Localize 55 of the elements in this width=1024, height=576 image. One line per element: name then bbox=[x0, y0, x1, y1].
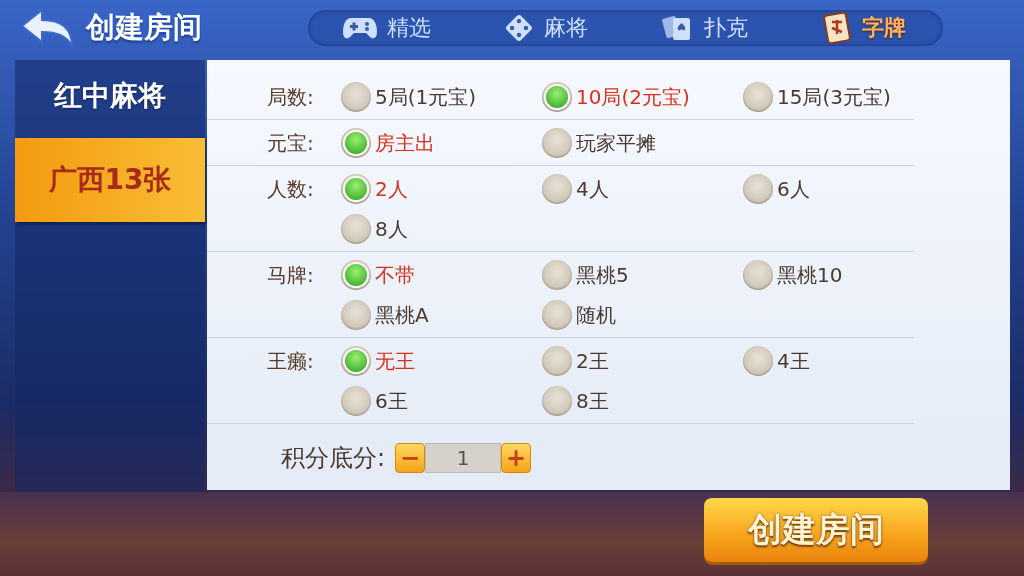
option-label: 王癞: bbox=[267, 348, 315, 375]
radio-option[interactable]: 玩家平摊 bbox=[542, 123, 743, 163]
radio-option[interactable]: 10局(2元宝) bbox=[542, 77, 743, 117]
radio-button[interactable] bbox=[542, 128, 572, 158]
radio-option[interactable]: 8王 bbox=[542, 381, 743, 421]
option-label: 局数: bbox=[267, 84, 315, 111]
radio-button[interactable] bbox=[542, 300, 572, 330]
radio-option[interactable]: 5局(1元宝) bbox=[341, 77, 542, 117]
radio-button[interactable] bbox=[341, 300, 371, 330]
radio-option[interactable]: 随机 bbox=[542, 295, 743, 335]
radio-option[interactable]: 8人 bbox=[341, 209, 542, 249]
radio-button[interactable] bbox=[341, 128, 371, 158]
radio-button[interactable] bbox=[743, 174, 773, 204]
radio-button[interactable] bbox=[341, 386, 371, 416]
game-menu-item[interactable]: 广西13张 bbox=[15, 138, 205, 222]
radio-button[interactable] bbox=[341, 82, 371, 112]
option-label: 元宝: bbox=[267, 130, 315, 157]
page-title: 创建房间 bbox=[86, 9, 203, 46]
radio-option[interactable]: 6人 bbox=[743, 169, 944, 209]
radio-button[interactable] bbox=[542, 386, 572, 416]
radio-option[interactable]: 15局(3元宝) bbox=[743, 77, 944, 117]
option-label: 人数: bbox=[267, 176, 315, 203]
radio-option[interactable]: 黑桃A bbox=[341, 295, 542, 335]
radio-button[interactable] bbox=[743, 346, 773, 376]
score-label: 积分底分: bbox=[281, 443, 386, 474]
score-value-field[interactable]: 1 bbox=[425, 443, 502, 473]
radio-button[interactable] bbox=[341, 346, 371, 376]
radio-option[interactable]: 不带 bbox=[341, 255, 542, 295]
radio-button[interactable] bbox=[341, 214, 371, 244]
category-tab[interactable]: 字牌 bbox=[784, 10, 943, 46]
radio-option[interactable]: 黑桃5 bbox=[542, 255, 743, 295]
radio-option[interactable]: 4王 bbox=[743, 341, 944, 381]
radio-option[interactable]: 2王 bbox=[542, 341, 743, 381]
category-tab[interactable]: 精选 bbox=[308, 10, 467, 46]
category-tab[interactable]: 扑克 bbox=[625, 10, 785, 46]
radio-button[interactable] bbox=[341, 174, 371, 204]
game-menu-item[interactable]: 红中麻将 bbox=[15, 70, 205, 122]
radio-option[interactable]: 房主出 bbox=[341, 123, 542, 163]
gamepad-icon bbox=[343, 16, 378, 40]
radio-button[interactable] bbox=[542, 346, 572, 376]
radio-option[interactable]: 6王 bbox=[341, 381, 542, 421]
tile-icon bbox=[821, 12, 852, 44]
radio-button[interactable] bbox=[743, 82, 773, 112]
radio-button[interactable] bbox=[743, 260, 773, 290]
category-tab[interactable]: 麻将 bbox=[466, 10, 626, 46]
radio-option[interactable]: 黑桃10 bbox=[743, 255, 944, 295]
radio-option[interactable]: 2人 bbox=[341, 169, 542, 209]
radio-button[interactable] bbox=[542, 174, 572, 204]
radio-button[interactable] bbox=[542, 82, 572, 112]
radio-option[interactable]: 4人 bbox=[542, 169, 743, 209]
radio-button[interactable] bbox=[341, 260, 371, 290]
radio-option[interactable]: 无王 bbox=[341, 341, 542, 381]
option-label: 马牌: bbox=[267, 262, 315, 289]
back-arrow-icon[interactable] bbox=[20, 8, 74, 48]
radio-button[interactable] bbox=[542, 260, 572, 290]
